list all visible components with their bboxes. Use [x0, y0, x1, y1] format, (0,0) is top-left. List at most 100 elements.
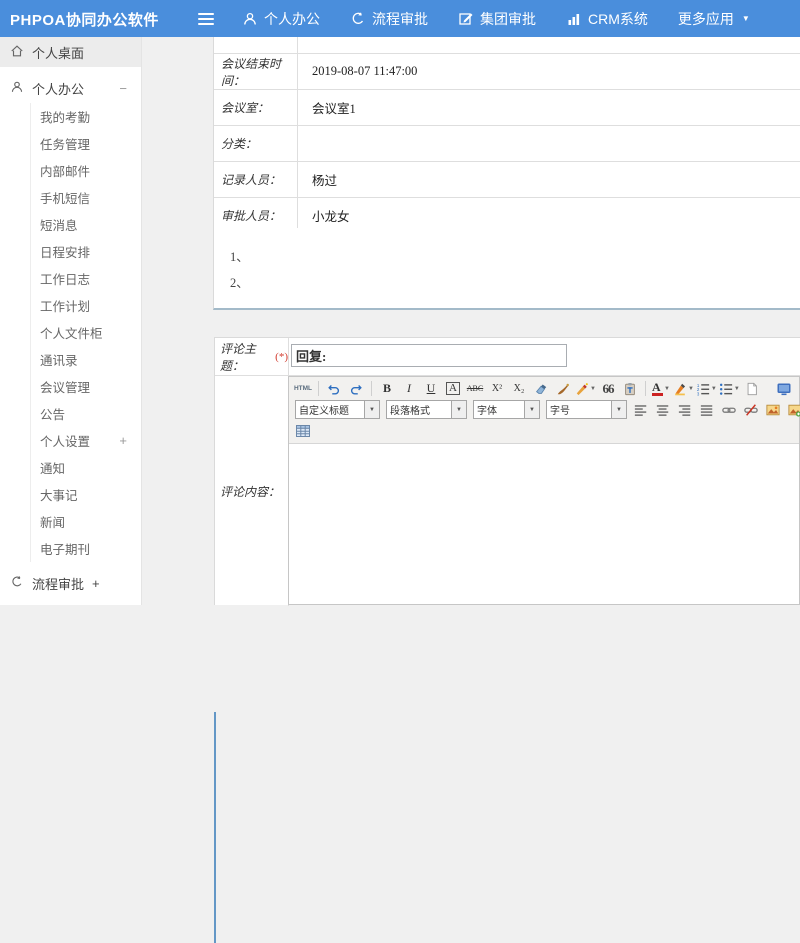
meeting-notes-box[interactable]: 1、 2、: [213, 228, 800, 310]
sidebar-subitem[interactable]: 内部邮件: [31, 157, 141, 184]
table-row: 记录人员： 杨过: [214, 162, 800, 198]
expand-icon[interactable]: +: [119, 433, 127, 448]
sidebar-subitem[interactable]: 日程安排: [31, 238, 141, 265]
caret-down-icon: ▼: [734, 386, 740, 392]
font-family-dropdown[interactable]: 字体 ▼: [473, 400, 540, 419]
edit-square-icon: [458, 11, 474, 27]
format-box-button[interactable]: A: [443, 380, 463, 398]
comment-subject-row: 评论主题： (*): [215, 338, 800, 376]
unlink-icon[interactable]: [741, 401, 761, 419]
toolbar-row-2: 自定义标题 ▼ 段落格式 ▼ 字体 ▼ 字号 ▼: [292, 399, 796, 420]
table-icon[interactable]: [293, 422, 313, 440]
field-label: 分类：: [214, 126, 298, 161]
sidebar-subitem[interactable]: 我的考勤: [31, 103, 141, 130]
quick-format-icon[interactable]: ▼: [575, 380, 596, 398]
caret-down-icon: ▼: [451, 401, 466, 418]
strikethrough-button[interactable]: ABC: [465, 380, 485, 398]
nav-more-apps[interactable]: 更多应用 ▼: [678, 9, 750, 29]
sidebar-submenu: 我的考勤 任务管理 内部邮件 手机短信 短消息: [30, 103, 141, 562]
caret-down-icon: ▼: [688, 386, 694, 392]
unordered-list-icon[interactable]: ▼: [719, 380, 740, 398]
new-page-icon[interactable]: [742, 380, 762, 398]
fullscreen-icon[interactable]: [774, 380, 794, 398]
field-value: 2019-08-07 11:47:00: [298, 54, 800, 89]
italic-button[interactable]: I: [399, 380, 419, 398]
sidebar-subitem[interactable]: 新闻: [31, 508, 141, 535]
font-size-dropdown[interactable]: 字号 ▼: [546, 400, 627, 419]
paste-clipboard-icon[interactable]: [620, 380, 640, 398]
comment-subject-label: 评论主题： (*): [215, 338, 289, 375]
nav-workflow-approval[interactable]: 流程审批: [350, 9, 428, 29]
sidebar-subitem[interactable]: 通知: [31, 454, 141, 481]
comment-content-label: 评论内容：: [215, 376, 289, 606]
sidebar-subitem[interactable]: 工作计划: [31, 292, 141, 319]
field-value: 杨过: [298, 162, 800, 197]
toolbar-row-1: HTML B I U A ABC X² X₂ ▼: [292, 378, 796, 399]
align-left-icon[interactable]: [631, 401, 651, 419]
custom-heading-dropdown[interactable]: 自定义标题 ▼: [295, 400, 380, 419]
sidebar-item-personal-office[interactable]: 个人办公 −: [0, 73, 141, 103]
table-row: 分类：: [214, 126, 800, 162]
caret-down-icon: ▼: [524, 401, 539, 418]
subscript-button[interactable]: X₂: [509, 380, 529, 398]
topbar: PHPOA协同办公软件 个人办公 流程审批 集团审批 CRM系统: [0, 0, 800, 37]
highlight-color-icon[interactable]: ▼: [673, 380, 694, 398]
undo-icon[interactable]: [324, 380, 344, 398]
sidebar-item-workflow-approval[interactable]: 流程审批 +: [0, 568, 141, 598]
redo-icon[interactable]: [346, 380, 366, 398]
sidebar-subitem[interactable]: 公告: [31, 400, 141, 427]
superscript-button[interactable]: X²: [487, 380, 507, 398]
sidebar-subitem[interactable]: 大事记: [31, 481, 141, 508]
toolbar-row-3: [292, 420, 796, 441]
caret-down-icon: ▼: [590, 386, 596, 392]
underline-button[interactable]: U: [421, 380, 441, 398]
ordered-list-icon[interactable]: 123 ▼: [696, 380, 717, 398]
workflow-icon: [350, 11, 366, 27]
field-label: 会议结束时间：: [214, 54, 298, 89]
field-label: 会议室：: [214, 90, 298, 125]
table-row-partial: [214, 37, 800, 54]
sidebar-subitem[interactable]: 工作日志: [31, 265, 141, 292]
nav-personal-office[interactable]: 个人办公: [242, 9, 320, 29]
nav-group-approval[interactable]: 集团审批: [458, 9, 536, 29]
table-row: 会议结束时间： 2019-08-07 11:47:00: [214, 54, 800, 90]
link-icon[interactable]: [719, 401, 739, 419]
expand-icon[interactable]: +: [92, 576, 100, 591]
paragraph-format-dropdown[interactable]: 段落格式 ▼: [386, 400, 467, 419]
hamburger-menu-icon[interactable]: [198, 10, 214, 24]
sidebar-subitem[interactable]: 手机短信: [31, 184, 141, 211]
person-icon: [242, 11, 258, 27]
comment-subject-input[interactable]: [291, 344, 567, 367]
source-code-button[interactable]: HTML: [293, 380, 313, 398]
blockquote-button[interactable]: 66: [598, 380, 618, 398]
field-value: [298, 126, 800, 161]
font-color-button[interactable]: A ▼: [651, 380, 671, 398]
sidebar-subitem[interactable]: 任务管理: [31, 130, 141, 157]
sidebar-subitem[interactable]: 个人文件柜: [31, 319, 141, 346]
image-icon[interactable]: [763, 401, 783, 419]
sidebar-subitem[interactable]: 会议管理: [31, 373, 141, 400]
required-asterisk: (*): [275, 351, 288, 363]
nav-crm-system[interactable]: CRM系统: [566, 9, 648, 29]
person-icon: [10, 80, 24, 97]
caret-down-icon: ▼: [664, 386, 670, 392]
bar-chart-icon: [566, 11, 582, 27]
sidebar-subitem[interactable]: 电子期刊: [31, 535, 141, 562]
sidebar-item-desktop[interactable]: 个人桌面: [0, 37, 141, 67]
align-right-icon[interactable]: [675, 401, 695, 419]
note-line: 1、: [230, 244, 800, 270]
collapse-icon[interactable]: −: [119, 81, 127, 96]
align-center-icon[interactable]: [653, 401, 673, 419]
bold-button[interactable]: B: [377, 380, 397, 398]
workflow-icon: [10, 575, 24, 592]
align-justify-icon[interactable]: [697, 401, 717, 419]
multi-image-icon[interactable]: [785, 401, 800, 419]
editor-content-area[interactable]: [289, 444, 799, 604]
sidebar-subitem[interactable]: 个人设置 +: [31, 427, 141, 454]
caret-down-icon: ▼: [711, 386, 717, 392]
sidebar-subitem[interactable]: 通讯录: [31, 346, 141, 373]
field-label: 记录人员：: [214, 162, 298, 197]
remove-format-eraser-icon[interactable]: [531, 380, 551, 398]
sidebar-subitem[interactable]: 短消息: [31, 211, 141, 238]
format-brush-icon[interactable]: [553, 380, 573, 398]
